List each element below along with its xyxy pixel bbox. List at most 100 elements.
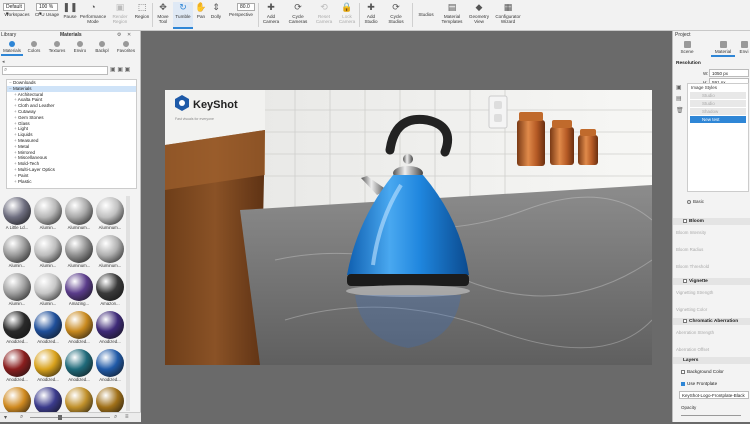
library-view-icons[interactable]: ▣ ▣ ▣	[110, 66, 130, 75]
material-templates-button[interactable]: ▤ Material Templates	[438, 2, 466, 29]
use-frontplate-option[interactable]: Use Frontplate	[681, 381, 717, 386]
image-style-item[interactable]: Studio	[690, 100, 746, 107]
material-thumbnail[interactable]: Anodized...	[2, 348, 32, 386]
layers-section[interactable]: Layers	[673, 357, 750, 364]
cycle-cameras-icon: ⟳	[294, 2, 302, 12]
material-thumbnail[interactable]: Anodized...	[2, 310, 32, 348]
gear-icon[interactable]: ⚙	[117, 31, 121, 39]
material-ball	[96, 349, 124, 377]
cycle-cameras-button[interactable]: ⟳ Cycle Cameras	[284, 2, 312, 29]
material-ball	[34, 311, 62, 339]
cycle-studios-button[interactable]: ⟳ Cycle Studios	[383, 2, 409, 29]
workspace-select[interactable]: Default ▾	[3, 3, 25, 17]
material-thumbnail[interactable]: Alumin...	[33, 196, 63, 234]
material-thumbnail[interactable]: Anodized...	[64, 310, 94, 348]
render-viewport[interactable]: KeyShot Fast visuals for everyone	[165, 90, 652, 365]
material-thumbnail[interactable]: Amazon...	[95, 272, 125, 310]
material-thumbnail[interactable]: Amazing...	[64, 272, 94, 310]
material-thumbnail[interactable]: Anodized...	[33, 310, 63, 348]
back-arrow-icon[interactable]: ◂	[2, 59, 8, 65]
basic-option[interactable]: Basic	[687, 199, 704, 204]
tab-environments[interactable]: Enviro	[70, 40, 90, 56]
vignette-section[interactable]: Vignette	[673, 278, 750, 285]
material-icon	[719, 41, 727, 48]
material-thumbnail[interactable]: A Little Ld...	[2, 196, 32, 234]
tumble-button[interactable]: ↻ Tumble	[173, 2, 193, 29]
library-folder-tree[interactable]: − Downloads − Materials + Architectural + A…	[6, 79, 137, 189]
zoom-out-icon[interactable]: ⌕	[20, 414, 23, 421]
style-copy-icon[interactable]: ▤	[676, 95, 682, 102]
material-thumbnail[interactable]: Alumin...	[2, 272, 32, 310]
material-thumbnail[interactable]: Anodized...	[95, 348, 125, 386]
material-thumbnail[interactable]: Anodized...	[33, 348, 63, 386]
material-thumbnail[interactable]: Alumin...	[33, 272, 63, 310]
tab-materials[interactable]: Materials	[1, 40, 23, 56]
perspective-button[interactable]: Perspective	[224, 12, 258, 39]
close-icon[interactable]: ✕	[127, 31, 131, 39]
add-camera-button[interactable]: ✚ Add Camera	[260, 2, 282, 29]
material-thumbnail[interactable]: Aluminum...	[64, 234, 94, 272]
kettle-base	[347, 274, 469, 286]
image-style-item[interactable]: New test	[690, 116, 746, 123]
tab-material[interactable]: Material	[711, 40, 735, 57]
library-bottom-bar: ▾ ⌕ ⌕ ≡	[0, 412, 141, 422]
tab-textures[interactable]: Textures	[45, 40, 69, 56]
material-thumbnail[interactable]: Anodized...	[95, 310, 125, 348]
tab-scene[interactable]: Scene	[677, 40, 697, 57]
library-search-input[interactable]: ⌕	[2, 66, 108, 75]
frontplate-file-field[interactable]: KeyShot-Logo-Frontplate-Black	[679, 391, 749, 399]
material-thumbnail-label: Aluminum...	[67, 263, 91, 268]
vignetting-strength-label: Vignetting Strength	[676, 290, 714, 295]
slider-handle[interactable]	[58, 415, 62, 420]
material-thumbnail[interactable]: Aluminum...	[95, 234, 125, 272]
lock-camera-button[interactable]: 🔒 Lock Camera	[336, 2, 358, 29]
dolly-button[interactable]: ⇕ Dolly	[208, 2, 224, 29]
material-thumbnail-label: Aluminum...	[98, 225, 122, 230]
studios-button[interactable]: Studios	[415, 12, 437, 39]
trash-icon[interactable]: 🗑	[676, 107, 684, 114]
reset-camera-icon: ⟲	[320, 2, 328, 12]
image-style-item[interactable]: Studio	[690, 92, 746, 99]
move-tool-button[interactable]: ✥ Move Tool	[154, 2, 172, 29]
add-studio-button[interactable]: ✚ Add Studio	[361, 2, 381, 29]
opacity-slider[interactable]	[681, 415, 741, 416]
tab-environment[interactable]: Envi	[737, 40, 750, 57]
material-thumbnail[interactable]: Alumin...	[33, 234, 63, 272]
geometry-view-button[interactable]: ◆ Geometry View	[467, 2, 491, 29]
width-field[interactable]: 1050 px	[709, 69, 749, 77]
performance-mode-button[interactable]: ◔ Performance Mode	[79, 2, 107, 29]
aberration-strength-label: Aberration Strength	[676, 330, 715, 335]
thumbnail-size-slider[interactable]	[30, 417, 110, 418]
material-thumbnail[interactable]: Alumin...	[2, 234, 32, 272]
material-thumbnail[interactable]: Aluminum...	[64, 196, 94, 234]
pause-button[interactable]: ❚❚ Pause	[62, 2, 78, 29]
tree-item-label: Architectural	[17, 91, 44, 97]
configurator-wizard-button[interactable]: ▦ Configurator Wizard	[492, 2, 524, 29]
material-ball	[96, 387, 124, 415]
pause-icon: ❚❚	[62, 2, 78, 12]
tree-item[interactable]: + Plastic	[7, 179, 136, 185]
pan-button[interactable]: ✋ Pan	[194, 2, 208, 29]
reset-camera-button[interactable]: ⟲ Reset Camera	[313, 2, 335, 29]
tab-favorites[interactable]: Favorites	[113, 40, 139, 56]
zoom-in-icon[interactable]: ⌕	[114, 414, 117, 421]
chromatic-aberration-section[interactable]: Chromatic Aberration	[673, 318, 750, 325]
list-view-icon[interactable]: ≡	[125, 414, 129, 420]
filter-icon[interactable]: ▾	[4, 414, 7, 421]
background-color-option[interactable]: Background Color	[681, 369, 724, 374]
material-thumbnail-label: Alumin...	[39, 263, 57, 268]
render-region-button[interactable]: ▣ Render Region	[108, 2, 132, 29]
material-thumbnail[interactable]: Aluminum...	[95, 196, 125, 234]
bloom-section[interactable]: Bloom	[673, 218, 750, 225]
image-styles-list[interactable]: Image Styles Studio Studio Shadow New test	[687, 83, 749, 192]
tab-backplates[interactable]: Backpl	[92, 40, 112, 56]
thumbnail-scrollbar[interactable]	[126, 196, 130, 411]
material-thumbnail[interactable]: Anodized...	[64, 348, 94, 386]
zoom-select[interactable]: 100 % ▾	[36, 3, 58, 17]
samples-field[interactable]: 80.0	[237, 3, 255, 11]
style-add-icon[interactable]: ▣	[676, 84, 682, 91]
image-style-item[interactable]: Shadow	[690, 108, 746, 115]
tab-colors[interactable]: Colors	[24, 40, 44, 56]
material-ball	[34, 235, 62, 263]
region-button[interactable]: ⬚ Region	[133, 2, 151, 29]
